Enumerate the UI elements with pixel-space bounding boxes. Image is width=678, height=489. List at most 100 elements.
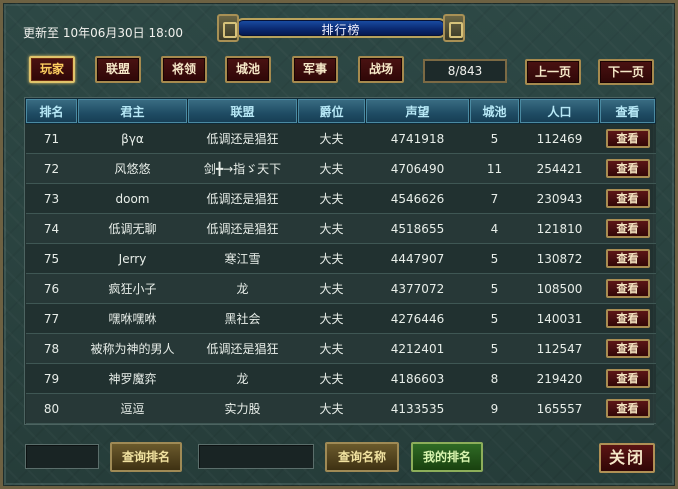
cell-alliance: 寒江雪 bbox=[187, 243, 298, 274]
close-button[interactable]: 关闭 bbox=[599, 443, 655, 473]
cell-view: 查看 bbox=[599, 213, 656, 244]
cell-population: 165557 bbox=[519, 393, 600, 424]
query-rank-button[interactable]: 查询排名 bbox=[110, 442, 182, 472]
col-prestige[interactable]: 声望 bbox=[365, 98, 470, 124]
cell-lord: 神罗魔弈 bbox=[77, 363, 188, 394]
view-button[interactable]: 查看 bbox=[605, 369, 650, 388]
cell-alliance: 剑╋→指ゞ天下 bbox=[187, 153, 298, 184]
cell-alliance: 实力股 bbox=[187, 393, 298, 424]
cell-cities: 5 bbox=[469, 333, 520, 364]
cell-alliance: 低调还是猖狂 bbox=[187, 123, 298, 154]
page-indicator: 8/843 bbox=[423, 59, 507, 83]
cell-title: 大夫 bbox=[297, 183, 366, 214]
cell-cities: 5 bbox=[469, 123, 520, 154]
view-button[interactable]: 查看 bbox=[605, 159, 650, 178]
query-name-button[interactable]: 查询名称 bbox=[325, 442, 399, 472]
ranking-table: 排名 君主 联盟 爵位 声望 城池 人口 查看 71 βγα 低调还是猖狂 大夫… bbox=[24, 97, 656, 425]
col-rank[interactable]: 排名 bbox=[25, 98, 78, 124]
tab-players[interactable]: 玩家 bbox=[29, 56, 75, 83]
my-rank-button[interactable]: 我的排名 bbox=[411, 442, 483, 472]
name-search-input[interactable] bbox=[198, 444, 314, 469]
cell-title: 大夫 bbox=[297, 303, 366, 334]
view-button[interactable]: 查看 bbox=[605, 189, 650, 208]
cell-rank: 71 bbox=[25, 123, 78, 154]
view-button[interactable]: 查看 bbox=[605, 279, 650, 298]
cell-title: 大夫 bbox=[297, 153, 366, 184]
tab-battlefield[interactable]: 战场 bbox=[358, 56, 404, 83]
cell-population: 140031 bbox=[519, 303, 600, 334]
cell-rank: 74 bbox=[25, 213, 78, 244]
view-button[interactable]: 查看 bbox=[605, 129, 650, 148]
cell-rank: 76 bbox=[25, 273, 78, 304]
cell-prestige: 4377072 bbox=[365, 273, 470, 304]
view-button[interactable]: 查看 bbox=[605, 309, 650, 328]
cell-lord: 逗逗 bbox=[77, 393, 188, 424]
title-plate: 排行榜 bbox=[217, 13, 465, 43]
cell-lord: βγα bbox=[77, 123, 188, 154]
tab-alliances[interactable]: 联盟 bbox=[95, 56, 141, 83]
table-row: 75 Jerry 寒江雪 大夫 4447907 5 130872 查看 bbox=[25, 243, 656, 274]
cell-rank: 75 bbox=[25, 243, 78, 274]
cell-cities: 5 bbox=[469, 303, 520, 334]
cell-view: 查看 bbox=[599, 183, 656, 214]
cell-alliance: 低调还是猖狂 bbox=[187, 333, 298, 364]
table-row: 74 低调无聊 低调还是猖狂 大夫 4518655 4 121810 查看 bbox=[25, 213, 656, 244]
cell-prestige: 4276446 bbox=[365, 303, 470, 334]
col-cities[interactable]: 城池 bbox=[469, 98, 520, 124]
cell-alliance: 黑社会 bbox=[187, 303, 298, 334]
cell-prestige: 4133535 bbox=[365, 393, 470, 424]
cell-cities: 8 bbox=[469, 363, 520, 394]
table-row: 71 βγα 低调还是猖狂 大夫 4741918 5 112469 查看 bbox=[25, 123, 656, 154]
leaderboard-window: 更新至 10年06月30日 18:00 排行榜 玩家 联盟 将领 城池 军事 战… bbox=[0, 0, 678, 489]
cell-title: 大夫 bbox=[297, 243, 366, 274]
cell-lord: 风悠悠 bbox=[77, 153, 188, 184]
tab-military[interactable]: 军事 bbox=[292, 56, 338, 83]
cell-prestige: 4706490 bbox=[365, 153, 470, 184]
col-alliance[interactable]: 联盟 bbox=[187, 98, 298, 124]
cell-cities: 7 bbox=[469, 183, 520, 214]
cell-view: 查看 bbox=[599, 273, 656, 304]
view-button[interactable]: 查看 bbox=[605, 339, 650, 358]
view-button[interactable]: 查看 bbox=[605, 399, 650, 418]
next-page-button[interactable]: 下一页 bbox=[598, 59, 654, 85]
cell-lord: Jerry bbox=[77, 243, 188, 274]
cell-population: 108500 bbox=[519, 273, 600, 304]
cell-view: 查看 bbox=[599, 243, 656, 274]
cell-population: 121810 bbox=[519, 213, 600, 244]
cell-rank: 73 bbox=[25, 183, 78, 214]
cell-prestige: 4212401 bbox=[365, 333, 470, 364]
cell-population: 254421 bbox=[519, 153, 600, 184]
cell-population: 112547 bbox=[519, 333, 600, 364]
cell-lord: 被称为神的男人 bbox=[77, 333, 188, 364]
cell-prestige: 4741918 bbox=[365, 123, 470, 154]
cell-lord: 低调无聊 bbox=[77, 213, 188, 244]
cell-population: 130872 bbox=[519, 243, 600, 274]
view-button[interactable]: 查看 bbox=[605, 249, 650, 268]
cell-view: 查看 bbox=[599, 153, 656, 184]
col-title[interactable]: 爵位 bbox=[297, 98, 366, 124]
cell-cities: 5 bbox=[469, 243, 520, 274]
cell-cities: 5 bbox=[469, 273, 520, 304]
tab-cities[interactable]: 城池 bbox=[225, 56, 271, 83]
prev-page-button[interactable]: 上一页 bbox=[525, 59, 581, 85]
cell-lord: 嘿咻嘿咻 bbox=[77, 303, 188, 334]
tab-generals[interactable]: 将领 bbox=[161, 56, 207, 83]
view-button[interactable]: 查看 bbox=[605, 219, 650, 238]
cell-title: 大夫 bbox=[297, 213, 366, 244]
cell-title: 大夫 bbox=[297, 333, 366, 364]
cell-population: 112469 bbox=[519, 123, 600, 154]
rank-search-input[interactable] bbox=[25, 444, 99, 469]
update-time: 更新至 10年06月30日 18:00 bbox=[23, 26, 184, 40]
cell-view: 查看 bbox=[599, 333, 656, 364]
table-row: 77 嘿咻嘿咻 黑社会 大夫 4276446 5 140031 查看 bbox=[25, 303, 656, 334]
cell-alliance: 低调还是猖狂 bbox=[187, 183, 298, 214]
cell-title: 大夫 bbox=[297, 273, 366, 304]
cell-view: 查看 bbox=[599, 393, 656, 424]
table-header-row: 排名 君主 联盟 爵位 声望 城池 人口 查看 bbox=[25, 98, 656, 124]
col-population[interactable]: 人口 bbox=[519, 98, 600, 124]
cell-rank: 80 bbox=[25, 393, 78, 424]
col-lord[interactable]: 君主 bbox=[77, 98, 188, 124]
cell-alliance: 龙 bbox=[187, 273, 298, 304]
table-row: 73 doom 低调还是猖狂 大夫 4546626 7 230943 查看 bbox=[25, 183, 656, 214]
cell-prestige: 4186603 bbox=[365, 363, 470, 394]
